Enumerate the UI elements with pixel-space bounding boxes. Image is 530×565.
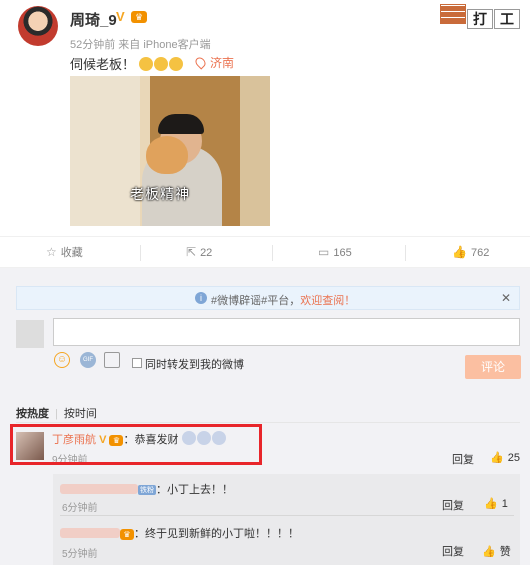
doge-emoji-icon — [168, 57, 183, 71]
comment-button[interactable]: ▭ 165 — [318, 237, 352, 267]
post-author-name[interactable]: 周琦_9 — [70, 9, 117, 30]
divider — [16, 422, 520, 423]
star-icon: ☆ — [46, 245, 57, 259]
image-caption: 老板精神 — [130, 186, 190, 202]
thumb-up-icon: 👍 — [484, 498, 498, 510]
sub-comment-text: ：终于见到新鲜的小丁啦！！！！ — [134, 528, 299, 540]
info-icon: i — [195, 292, 207, 304]
notice-link[interactable]: 欢迎查阅！ — [300, 295, 355, 307]
doge-emoji-icon — [138, 57, 153, 71]
post-author-avatar[interactable] — [18, 6, 58, 46]
post-text: 伺候老板！ — [70, 54, 184, 73]
rumor-notice-bar: i #微博辟谣#平台，欢迎查阅！ ✕ — [16, 286, 520, 310]
comment-icon: ▭ — [318, 245, 330, 259]
location-link[interactable]: 济南 — [193, 54, 235, 71]
thumb-up-icon: 👍 — [482, 546, 496, 558]
comment-input[interactable] — [53, 318, 520, 346]
post-meta: 52分钟前 来自 iPhone客户端 — [70, 39, 211, 51]
vip-crown-icon: ♛ — [120, 529, 134, 540]
location-pin-icon — [193, 55, 208, 70]
reply-button[interactable]: 回复 — [442, 497, 464, 513]
reply-button[interactable]: 回复 — [442, 543, 464, 559]
sub-comment-time: 6分钟前 — [62, 503, 98, 514]
thumb-up-icon: 👍 — [490, 452, 504, 464]
brand-stamp: 打工 — [440, 4, 526, 29]
tab-sort-time[interactable]: 按时间 — [64, 408, 97, 420]
gif-icon[interactable]: GIF — [80, 352, 96, 368]
fan-badge: 铁粉 — [138, 485, 156, 495]
brick-wall-icon — [440, 4, 466, 24]
sort-tabs: 按热度 | 按时间 — [16, 408, 97, 420]
smile-icon[interactable]: ☺ — [54, 352, 70, 368]
comment-like-button[interactable]: 👍 25 — [490, 451, 520, 464]
vip-crown-icon: ♛ — [131, 11, 147, 23]
close-icon[interactable]: ✕ — [501, 291, 511, 305]
submit-comment-button[interactable]: 评论 — [465, 355, 521, 379]
image-icon[interactable] — [104, 352, 120, 368]
sub-comment-time: 5分钟前 — [62, 549, 98, 560]
current-user-avatar[interactable] — [16, 320, 44, 348]
divider — [60, 515, 514, 516]
repost-checkbox-label[interactable]: 同时转发到我的微博 — [145, 356, 244, 372]
blurred-username — [60, 484, 138, 494]
tab-sort-hot[interactable]: 按热度 — [16, 408, 49, 420]
verified-badge-icon: V — [116, 9, 125, 24]
reply-button[interactable]: 回复 — [452, 451, 474, 467]
post-action-bar: ☆ 收藏 ⇱ 22 ▭ 165 👍 762 — [0, 236, 530, 268]
repost-button[interactable]: ⇱ 22 — [186, 237, 212, 267]
brand-char-1: 打 — [467, 9, 493, 29]
repost-checkbox[interactable] — [132, 358, 142, 368]
post-image[interactable]: 老板精神 — [70, 76, 270, 226]
post-text-body: 伺候老板！ — [70, 57, 136, 72]
like-button[interactable]: 👍 762 — [452, 237, 489, 267]
blurred-username — [60, 528, 120, 538]
sub-comment-row: 铁粉 ：小丁上去！！ — [60, 481, 233, 497]
sub-comment-row: ♛ ：终于见到新鲜的小丁啦！！！！ — [60, 525, 299, 541]
highlight-box — [10, 424, 262, 465]
doge-emoji-icon — [153, 57, 168, 71]
sub-comment-like-button[interactable]: 👍 1 — [484, 497, 508, 510]
favorite-button[interactable]: ☆ 收藏 — [46, 237, 83, 267]
brand-char-2: 工 — [494, 9, 520, 29]
thumb-up-icon: 👍 — [452, 245, 467, 259]
sub-comment-text: ：小丁上去！！ — [156, 484, 233, 496]
sub-comment-like-button[interactable]: 👍 赞 — [482, 543, 511, 559]
location-label: 济南 — [210, 56, 235, 70]
notice-text: #微博辟谣#平台， — [211, 295, 301, 307]
repost-icon: ⇱ — [186, 245, 197, 259]
